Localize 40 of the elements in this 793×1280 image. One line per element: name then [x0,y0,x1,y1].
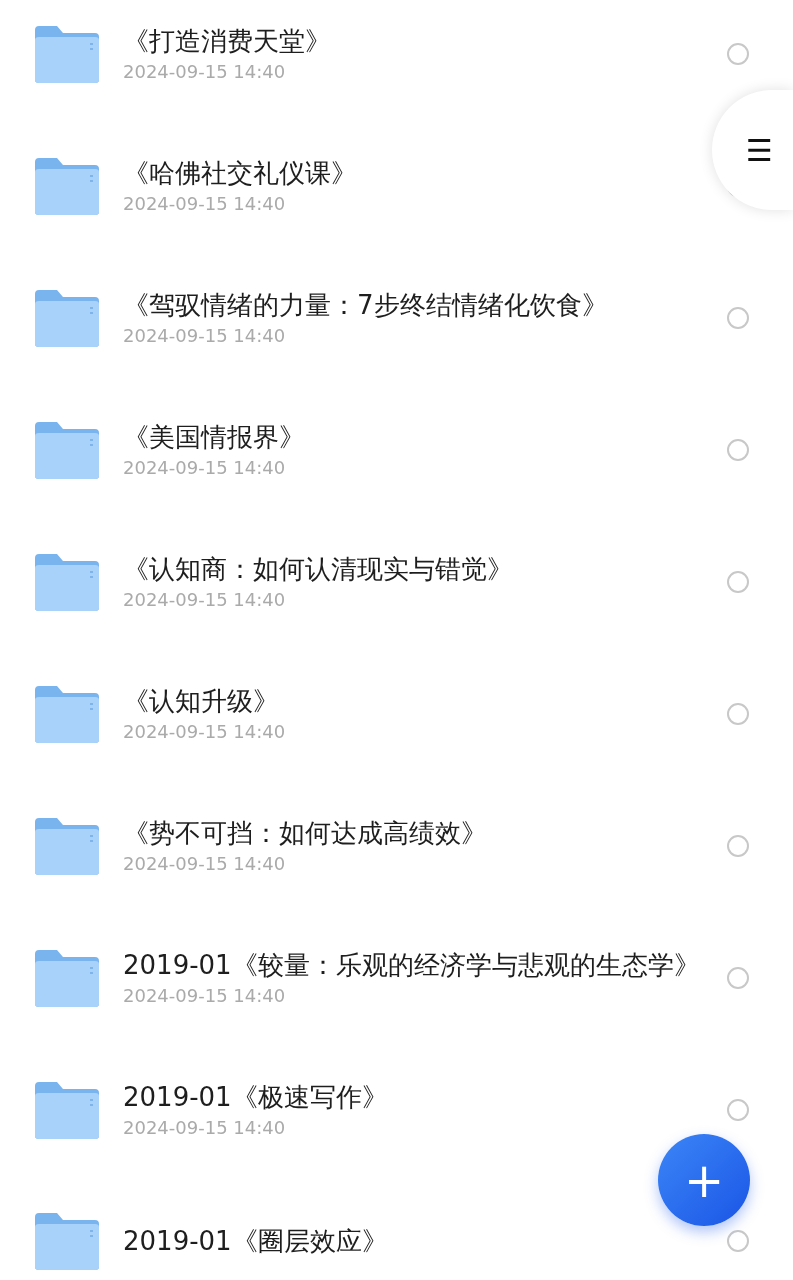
folder-date: 2024-09-15 14:40 [123,456,287,480]
folder-icon [33,1080,101,1140]
folder-date: 2024-09-15 14:40 [123,1116,287,1140]
side-menu-button[interactable]: ☰ [712,90,793,210]
folder-date: 2024-09-15 14:40 [123,324,287,348]
folder-name: 2019-01《圈层效应》 [123,1225,389,1258]
folder-name: 《认知商：如何认清现实与错觉》 [123,553,514,586]
folder-name: 《打造消费天堂》 [123,25,332,58]
folder-date: 2024-09-15 14:40 [123,984,287,1008]
select-radio[interactable] [727,1230,749,1252]
select-radio[interactable] [727,571,749,593]
add-button[interactable]: + [658,1134,750,1226]
folder-icon [33,948,101,1008]
select-radio[interactable] [727,307,749,329]
folder-icon [33,420,101,480]
folder-icon [33,24,101,84]
select-radio[interactable] [727,703,749,725]
folder-icon [33,1211,101,1271]
folder-name: 《势不可挡：如何达成高绩效》 [123,817,488,850]
folder-name: 《驾驭情绪的力量：7步终结情绪化饮食》 [123,289,609,322]
folder-name: 《美国情报界》 [123,421,306,454]
select-radio[interactable] [727,1099,749,1121]
folder-icon [33,288,101,348]
folder-date: 2024-09-15 14:40 [123,852,287,876]
folder-icon [33,156,101,216]
select-radio[interactable] [727,439,749,461]
folder-icon [33,816,101,876]
folder-date: 2024-09-15 14:40 [123,588,287,612]
select-radio[interactable] [727,835,749,857]
folder-date: 2024-09-15 14:40 [123,60,287,84]
select-radio[interactable] [727,967,749,989]
folder-name: 《认知升级》 [123,685,280,718]
select-radio[interactable] [727,43,749,65]
folder-name: 2019-01《较量：乐观的经济学与悲观的生态学》 [123,949,701,982]
folder-date: 2024-09-15 14:40 [123,192,287,216]
folder-name: 2019-01《极速写作》 [123,1081,389,1114]
folder-date: 2024-09-15 14:40 [123,720,287,744]
folder-icon [33,684,101,744]
folder-icon [33,552,101,612]
folder-name: 《哈佛社交礼仪课》 [123,157,358,190]
